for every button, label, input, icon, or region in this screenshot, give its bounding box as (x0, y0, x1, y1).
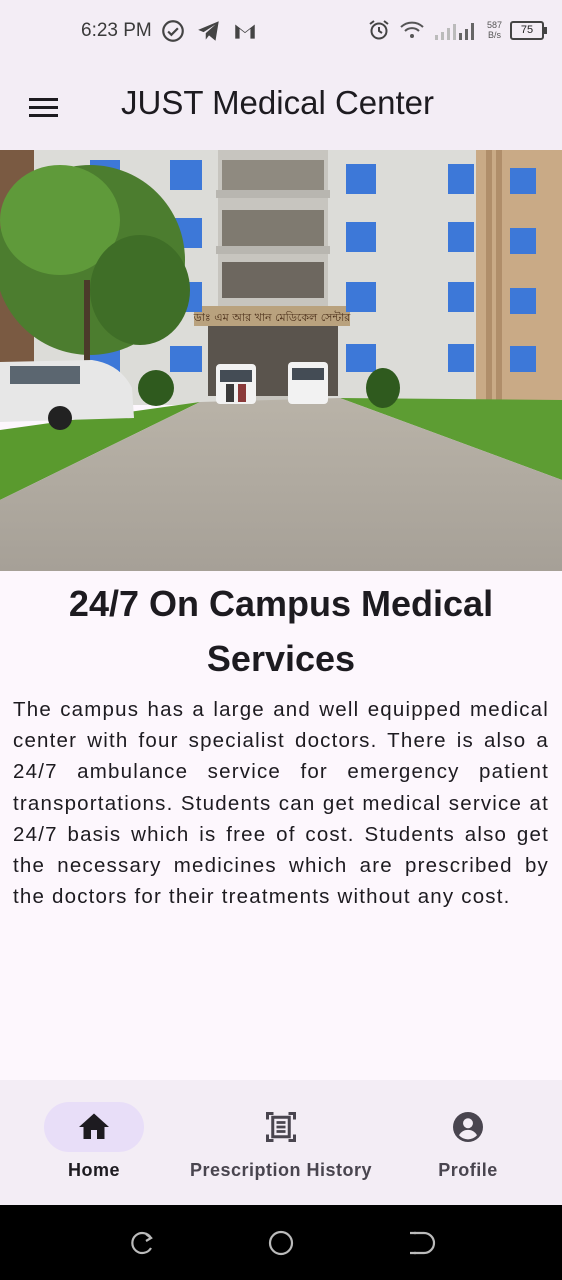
receipt-icon (266, 1112, 296, 1142)
nav-item-prescription-history[interactable]: Prescription History (180, 1080, 382, 1205)
home-button[interactable] (266, 1228, 296, 1258)
recents-button[interactable] (126, 1228, 156, 1258)
menu-icon (29, 98, 58, 117)
app-bar: JUST Medical Center (0, 66, 562, 150)
back-button[interactable] (406, 1228, 436, 1258)
signal-icon (434, 23, 474, 40)
section-body-text: The campus has a large and well equipped… (13, 698, 549, 909)
account-circle-icon (453, 1112, 483, 1142)
section-heading: 24/7 On Campus Medical Services (68, 583, 494, 679)
nav-label-profile: Profile (438, 1160, 498, 1180)
check-circle-icon (162, 20, 184, 42)
building-sign: ডাঃ এম আর খান মেডিকেল সেন্টার (193, 311, 352, 324)
nav-item-home[interactable]: Home (20, 1080, 168, 1205)
hero-image: ডাঃ এম আর খান মেডিকেল সেন্টার (0, 150, 562, 571)
page-title: JUST Medical Center (121, 84, 435, 121)
battery-indicator: 75 (510, 20, 547, 40)
alarm-icon (369, 20, 389, 40)
wifi-icon (400, 21, 424, 38)
menu-button[interactable] (24, 90, 64, 126)
status-time: 6:23 PM (81, 20, 152, 41)
gmail-icon (235, 24, 255, 39)
nav-item-profile[interactable]: Profile (394, 1080, 542, 1205)
home-icon (79, 1113, 109, 1139)
bottom-navigation: Home Prescription History Profile (0, 1080, 562, 1205)
telegram-icon (198, 21, 219, 41)
nav-label-prescription-history: Prescription History (189, 1160, 373, 1180)
net-speed: 587 B/s (486, 20, 502, 40)
medical-center-building-photo: ডাঃ এম আর খান মেডিকেল সেন্টার (0, 150, 562, 571)
status-bar: 6:23 PM 587 B/s 75 (0, 0, 562, 66)
system-navigation-bar (0, 1205, 562, 1280)
nav-label-home: Home (67, 1160, 120, 1180)
